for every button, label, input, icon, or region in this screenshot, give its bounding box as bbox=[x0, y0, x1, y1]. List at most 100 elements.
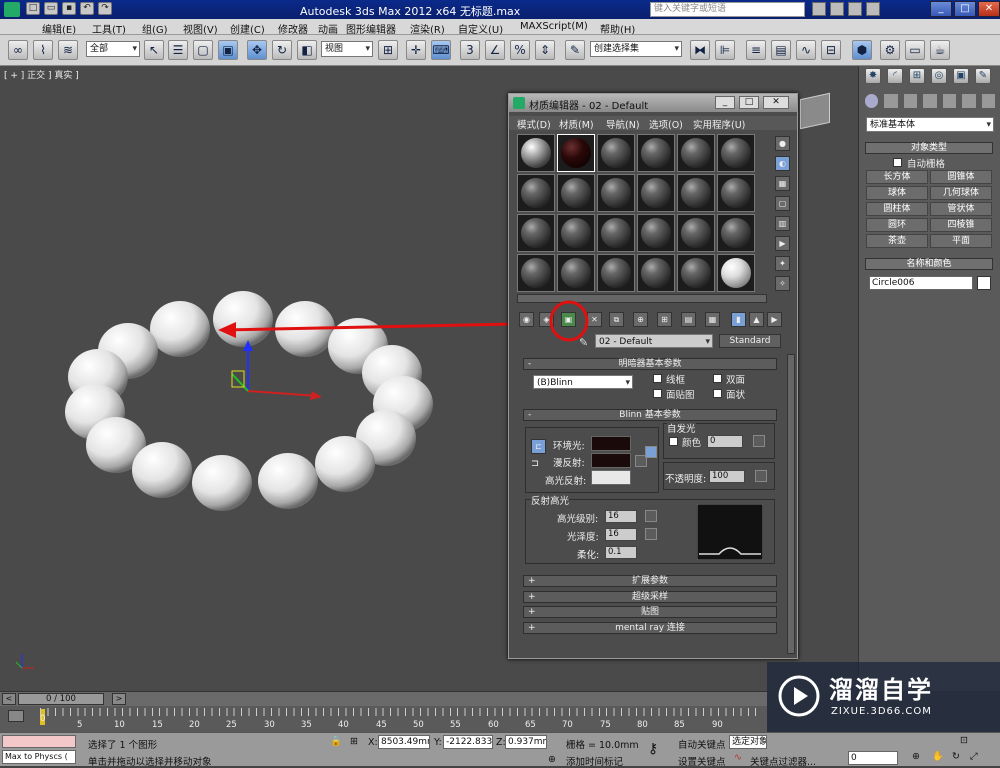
select-object-icon[interactable]: ↖ bbox=[144, 40, 164, 60]
select-scale-icon[interactable]: ◧ bbox=[297, 40, 317, 60]
self-illum-map-button[interactable] bbox=[753, 435, 765, 447]
box-button[interactable]: 长方体 bbox=[866, 170, 928, 184]
pivot-center-icon[interactable]: ⊞ bbox=[378, 40, 398, 60]
rect-selection-icon[interactable]: ▢ bbox=[193, 40, 213, 60]
torus-button[interactable]: 圆环 bbox=[866, 218, 928, 232]
utilities-tab-icon[interactable]: ✎ bbox=[975, 68, 991, 84]
curve-editor-icon[interactable]: ∿ bbox=[796, 40, 816, 60]
opacity-map-button[interactable] bbox=[755, 470, 767, 482]
mental-ray-connection-rollout[interactable]: + mental ray 连接 bbox=[523, 622, 777, 634]
named-selection-dropdown[interactable]: 创建选择集 bbox=[590, 41, 682, 57]
menu-modifiers[interactable]: 修改器 bbox=[278, 21, 308, 36]
sample-slot[interactable] bbox=[557, 254, 595, 292]
window-crossing-icon[interactable]: ▣ bbox=[218, 40, 238, 60]
cameras-icon[interactable] bbox=[923, 94, 937, 108]
link-icon[interactable]: ∞ bbox=[8, 40, 28, 60]
make-preview-icon[interactable]: ▶ bbox=[775, 236, 790, 251]
sample-slot[interactable] bbox=[637, 254, 675, 292]
mtl-menu-modes[interactable]: 模式(D) bbox=[517, 117, 551, 131]
unlink-icon[interactable]: ⌇ bbox=[33, 40, 53, 60]
minimize-button[interactable]: _ bbox=[930, 1, 952, 17]
lock-ambient-diffuse-icon[interactable]: ⊏ bbox=[531, 439, 546, 454]
reference-coord-dropdown[interactable]: 视图 bbox=[321, 41, 373, 57]
face-map-checkbox[interactable] bbox=[653, 389, 662, 398]
maxscript-mini-listener-top[interactable] bbox=[2, 735, 76, 748]
snaps-toggle-icon[interactable]: 3 bbox=[460, 40, 480, 60]
orbit-icon[interactable]: ↻ bbox=[952, 751, 960, 762]
lock-selection-icon[interactable]: 🔒 bbox=[330, 736, 342, 747]
z-coordinate-field[interactable]: 0.937mm bbox=[505, 735, 547, 749]
sphere-button[interactable]: 球体 bbox=[866, 186, 928, 200]
display-tab-icon[interactable]: ▣ bbox=[953, 68, 969, 84]
helpers-icon[interactable] bbox=[942, 94, 957, 108]
background-icon[interactable]: ▦ bbox=[775, 176, 790, 191]
systems-icon[interactable] bbox=[981, 94, 995, 108]
edit-named-sets-icon[interactable]: ✎ bbox=[565, 40, 585, 60]
menu-tools[interactable]: 工具(T) bbox=[92, 21, 126, 36]
mtl-maximize-button[interactable]: □ bbox=[739, 96, 759, 109]
material-name-dropdown[interactable]: 02 - Default bbox=[595, 334, 713, 349]
open-file-icon[interactable]: ▭ bbox=[44, 2, 58, 15]
ambient-color-swatch[interactable] bbox=[591, 436, 631, 451]
sample-slot[interactable] bbox=[597, 214, 635, 252]
key-mode-dropdown[interactable]: 选定对象 bbox=[729, 735, 767, 749]
menu-group[interactable]: 组(G) bbox=[142, 21, 168, 36]
backlight-icon[interactable]: ◐ bbox=[775, 156, 790, 171]
teapot-button[interactable]: 茶壶 bbox=[866, 234, 928, 248]
select-rotate-icon[interactable]: ↻ bbox=[272, 40, 292, 60]
app-logo-icon[interactable] bbox=[4, 2, 20, 17]
select-by-name-icon[interactable]: ☰ bbox=[168, 40, 188, 60]
shader-type-dropdown[interactable]: (B)Blinn bbox=[533, 375, 633, 390]
sample-slot[interactable] bbox=[677, 174, 715, 212]
wire-checkbox[interactable] bbox=[653, 374, 662, 383]
align-icon[interactable]: ⊫ bbox=[715, 40, 735, 60]
sample-type-icon[interactable]: ● bbox=[775, 136, 790, 151]
diffuse-color-swatch[interactable] bbox=[591, 453, 631, 468]
mtl-menu-options[interactable]: 选项(O) bbox=[649, 117, 683, 131]
redo-icon[interactable]: ↷ bbox=[98, 2, 112, 15]
keyboard-shortcut-icon[interactable]: ⌨ bbox=[431, 40, 451, 60]
material-effects-channel-icon[interactable]: ▤ bbox=[681, 312, 696, 327]
angle-snap-icon[interactable]: ∠ bbox=[485, 40, 505, 60]
menu-help[interactable]: 帮助(H) bbox=[600, 21, 635, 36]
glossiness-map-button[interactable] bbox=[645, 528, 657, 540]
sample-slot[interactable] bbox=[677, 134, 715, 172]
sample-slot[interactable] bbox=[597, 174, 635, 212]
get-material-icon[interactable]: ◉ bbox=[519, 312, 534, 327]
key-icon[interactable]: ⚷ bbox=[648, 741, 658, 757]
sample-slot[interactable] bbox=[517, 174, 555, 212]
sample-slot[interactable] bbox=[717, 174, 755, 212]
next-frame-arrow-icon[interactable]: > bbox=[112, 693, 126, 705]
show-shaded-icon[interactable]: ▦ bbox=[705, 312, 720, 327]
bind-spacewarp-icon[interactable]: ≋ bbox=[58, 40, 78, 60]
sample-slot[interactable] bbox=[517, 214, 555, 252]
communication-icon[interactable] bbox=[830, 2, 844, 16]
category-dropdown[interactable]: 标准基本体 bbox=[866, 117, 994, 132]
two-sided-checkbox[interactable] bbox=[713, 374, 722, 383]
sample-slot[interactable] bbox=[597, 254, 635, 292]
specular-color-swatch[interactable] bbox=[591, 470, 631, 485]
binoculars-icon[interactable] bbox=[812, 2, 826, 16]
viewcube[interactable] bbox=[800, 92, 830, 130]
mtl-menu-material[interactable]: 材质(M) bbox=[559, 117, 594, 131]
object-type-rollout[interactable]: 对象类型 bbox=[865, 142, 993, 154]
supersampling-rollout[interactable]: + 超级采样 bbox=[523, 591, 777, 603]
search-input[interactable]: 键入关键字或短语 bbox=[650, 2, 805, 17]
layer-manager-icon[interactable]: ≡ bbox=[746, 40, 766, 60]
self-illum-spinner[interactable]: 0 bbox=[707, 435, 743, 448]
spacewarps-icon[interactable] bbox=[962, 94, 976, 108]
menu-customize[interactable]: 自定义(U) bbox=[458, 21, 503, 36]
undo-icon[interactable]: ↶ bbox=[80, 2, 94, 15]
sample-slot[interactable] bbox=[717, 254, 755, 292]
time-slider[interactable]: < 0 / 100 > bbox=[0, 691, 767, 706]
cone-button[interactable]: 圆锥体 bbox=[930, 170, 992, 184]
y-coordinate-field[interactable]: -2122.833 bbox=[443, 735, 493, 749]
auto-key-button[interactable]: 自动关键点 bbox=[678, 737, 726, 751]
sample-slot[interactable] bbox=[557, 214, 595, 252]
specular-level-spinner[interactable]: 16 bbox=[605, 510, 637, 523]
prev-frame-arrow-icon[interactable]: < bbox=[2, 693, 16, 705]
blinn-basic-params-rollout[interactable]: - Blinn 基本参数 bbox=[523, 409, 777, 421]
object-name-field[interactable]: Circle006 bbox=[869, 276, 973, 290]
menu-rendering[interactable]: 渲染(R) bbox=[410, 21, 445, 36]
hierarchy-tab-icon[interactable]: ⊞ bbox=[909, 68, 925, 84]
